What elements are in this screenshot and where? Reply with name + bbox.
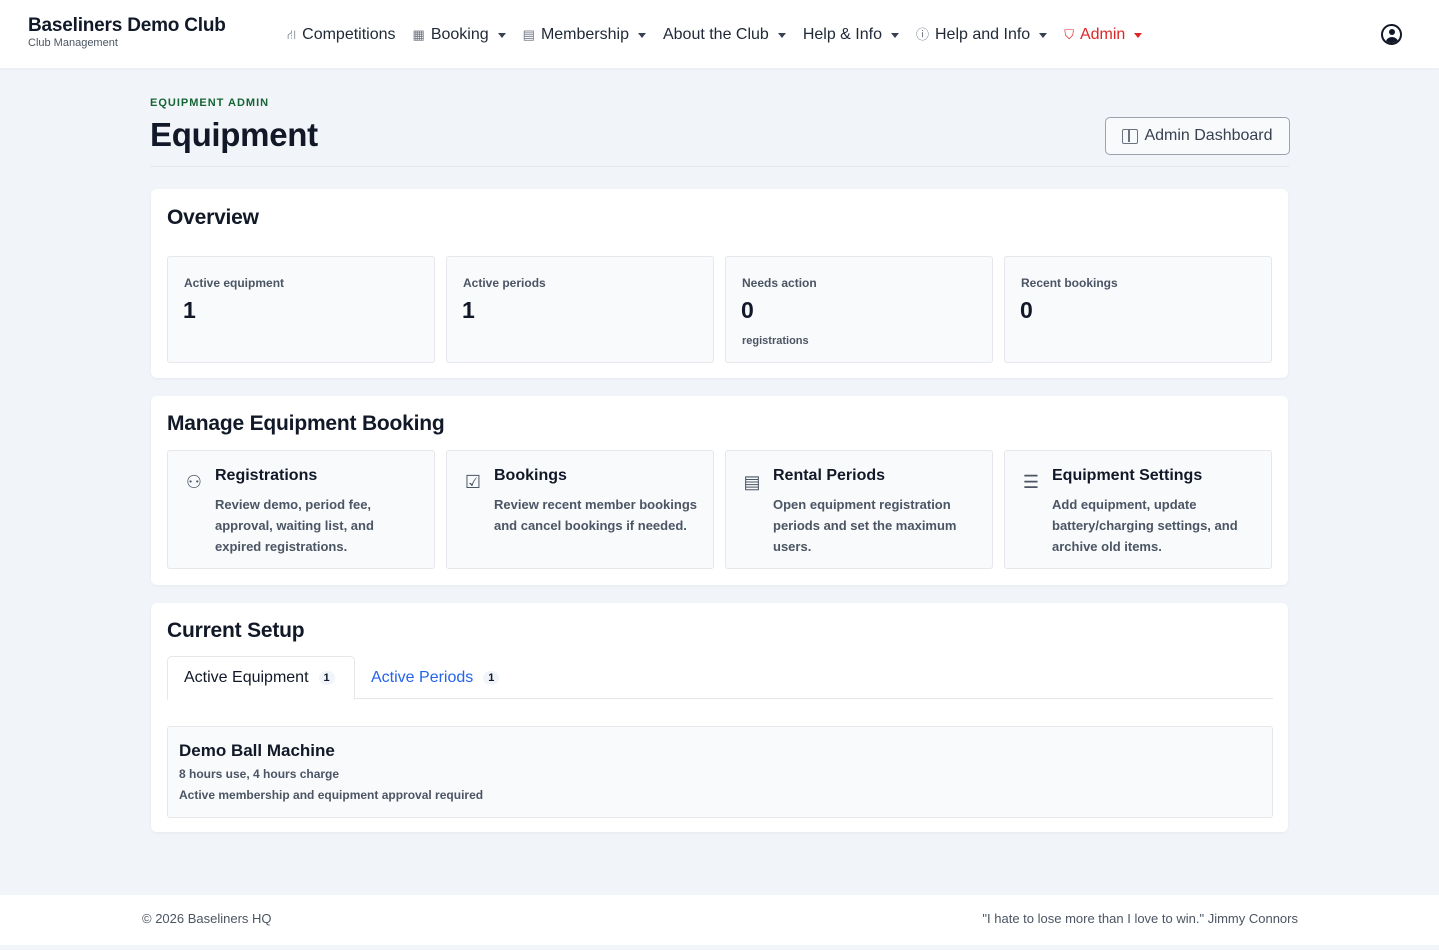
tile-description: Review recent member bookings and cancel… xyxy=(494,497,698,533)
caret-down-icon xyxy=(637,32,646,38)
tile-title: Rental Periods xyxy=(773,467,886,484)
page-title: Equipment xyxy=(150,116,318,153)
nav-label: Help & Info xyxy=(802,26,882,43)
footer-copyright: © 2026 Baseliners HQ xyxy=(142,911,272,926)
setup-tabs: Active Equipment 1 Active Periods 1 xyxy=(167,656,1273,700)
overview-card: Overview Active equipment 1 Active perio… xyxy=(151,189,1288,378)
tab-label: Active Equipment xyxy=(184,669,309,686)
stat-label: Active periods xyxy=(463,276,546,290)
manage-title: Manage Equipment Booking xyxy=(167,412,445,435)
layout-icon xyxy=(1122,128,1139,144)
manage-booking-card: Manage Equipment Booking ⚇ Registrations… xyxy=(151,396,1288,585)
equipment-usage: 8 hours use, 4 hours charge xyxy=(179,767,340,781)
tab-active-periods[interactable]: Active Periods 1 xyxy=(355,656,515,699)
footer: © 2026 Baseliners HQ "I hate to lose mor… xyxy=(0,895,1439,945)
stat-sub: registrations xyxy=(742,335,809,347)
tile-rental-periods[interactable]: ▤ Rental Periods Open equipment registra… xyxy=(725,450,993,569)
tile-title: Equipment Settings xyxy=(1052,467,1203,484)
tab-count-badge: 1 xyxy=(483,670,500,685)
sliders-icon: ☰ xyxy=(1022,472,1040,492)
nav-label: Admin xyxy=(1079,26,1126,43)
page-eyebrow: EQUIPMENT ADMIN xyxy=(150,97,270,109)
overview-title: Overview xyxy=(167,206,259,229)
user-body xyxy=(1385,37,1398,43)
tile-bookings[interactable]: ☑ Bookings Review recent member bookings… xyxy=(446,450,714,569)
brand-subtitle: Club Management xyxy=(28,37,118,49)
tile-title: Bookings xyxy=(494,467,567,484)
tab-label: Active Periods xyxy=(371,668,474,686)
caret-down-icon xyxy=(497,32,506,38)
nav-about-the-club[interactable]: About the Club xyxy=(663,24,786,46)
user-circle-icon[interactable] xyxy=(1381,24,1402,45)
top-navbar: Baseliners Demo Club Club Management ⛙ C… xyxy=(0,0,1439,68)
stat-recent-bookings: Recent bookings 0 xyxy=(1004,256,1272,363)
nav-links: ⛙ Competitions ▦ Booking ▤ Membership Ab… xyxy=(287,24,1159,46)
info-circle-icon: ⓘ xyxy=(915,27,929,42)
admin-dashboard-button[interactable]: Admin Dashboard xyxy=(1105,117,1290,155)
nav-label: Help and Info xyxy=(935,26,1031,43)
user-check-icon: ⚇ xyxy=(185,472,203,492)
tile-registrations[interactable]: ⚇ Registrations Review demo, period fee,… xyxy=(167,450,435,569)
caret-down-icon xyxy=(1039,32,1048,38)
stat-value: 1 xyxy=(183,297,196,323)
user-head xyxy=(1388,29,1395,35)
brand-title[interactable]: Baseliners Demo Club xyxy=(28,15,226,37)
caret-down-icon xyxy=(890,32,899,38)
stat-value: 0 xyxy=(1020,297,1033,323)
nav-label: Membership xyxy=(540,26,629,43)
nav-booking[interactable]: ▦ Booking xyxy=(413,24,506,46)
tab-count-badge: 1 xyxy=(318,671,335,685)
header-divider xyxy=(150,166,1289,167)
brand[interactable]: Baseliners Demo Club Club Management xyxy=(28,15,226,49)
tile-description: Open equipment registration periods and … xyxy=(773,497,957,554)
stat-needs-action: Needs action 0 registrations xyxy=(725,256,993,363)
nav-label: Competitions xyxy=(302,26,396,43)
nav-label: About the Club xyxy=(662,26,769,43)
tile-title: Registrations xyxy=(215,467,318,484)
nav-help-info[interactable]: Help & Info xyxy=(803,24,899,46)
stat-active-equipment: Active equipment 1 xyxy=(167,256,435,363)
tab-active-equipment[interactable]: Active Equipment 1 xyxy=(167,656,355,700)
current-setup-card: Current Setup Active Equipment 1 Active … xyxy=(151,603,1288,832)
nav-admin[interactable]: ⛉ Admin xyxy=(1064,24,1143,46)
sitemap-icon: ⛙ xyxy=(287,27,297,42)
stat-value: 0 xyxy=(741,297,754,323)
nav-label: Booking xyxy=(430,26,489,43)
stat-label: Recent bookings xyxy=(1021,276,1118,290)
admin-dashboard-label: Admin Dashboard xyxy=(1144,127,1273,144)
setup-title: Current Setup xyxy=(167,619,305,642)
nav-help-and-info[interactable]: ⓘ Help and Info xyxy=(915,24,1048,46)
equipment-requirement: Active membership and equipment approval… xyxy=(179,788,484,802)
caret-down-icon xyxy=(1134,32,1143,38)
calendar-check-icon: ☑ xyxy=(464,472,482,492)
calendar-range-icon: ▤ xyxy=(743,472,761,492)
footer-quote: "I hate to lose more than I love to win.… xyxy=(982,911,1298,926)
stat-active-periods: Active periods 1 xyxy=(446,256,714,363)
tile-equipment-settings[interactable]: ☰ Equipment Settings Add equipment, upda… xyxy=(1004,450,1272,569)
nav-membership[interactable]: ▤ Membership xyxy=(523,24,646,46)
equipment-name: Demo Ball Machine xyxy=(179,741,335,760)
stat-value: 1 xyxy=(462,297,475,323)
stat-label: Needs action xyxy=(742,276,817,290)
tile-description: Add equipment, update battery/charging s… xyxy=(1052,497,1238,554)
stat-label: Active equipment xyxy=(184,276,285,290)
nav-competitions[interactable]: ⛙ Competitions xyxy=(287,24,396,46)
shield-icon: ⛉ xyxy=(1064,27,1074,42)
calendar-icon: ▦ xyxy=(412,27,425,42)
caret-down-icon xyxy=(777,32,786,38)
equipment-list-item[interactable]: Demo Ball Machine 8 hours use, 4 hours c… xyxy=(167,726,1273,818)
id-card-icon: ▤ xyxy=(522,27,535,42)
tile-description: Review demo, period fee, approval, waiti… xyxy=(215,497,374,554)
